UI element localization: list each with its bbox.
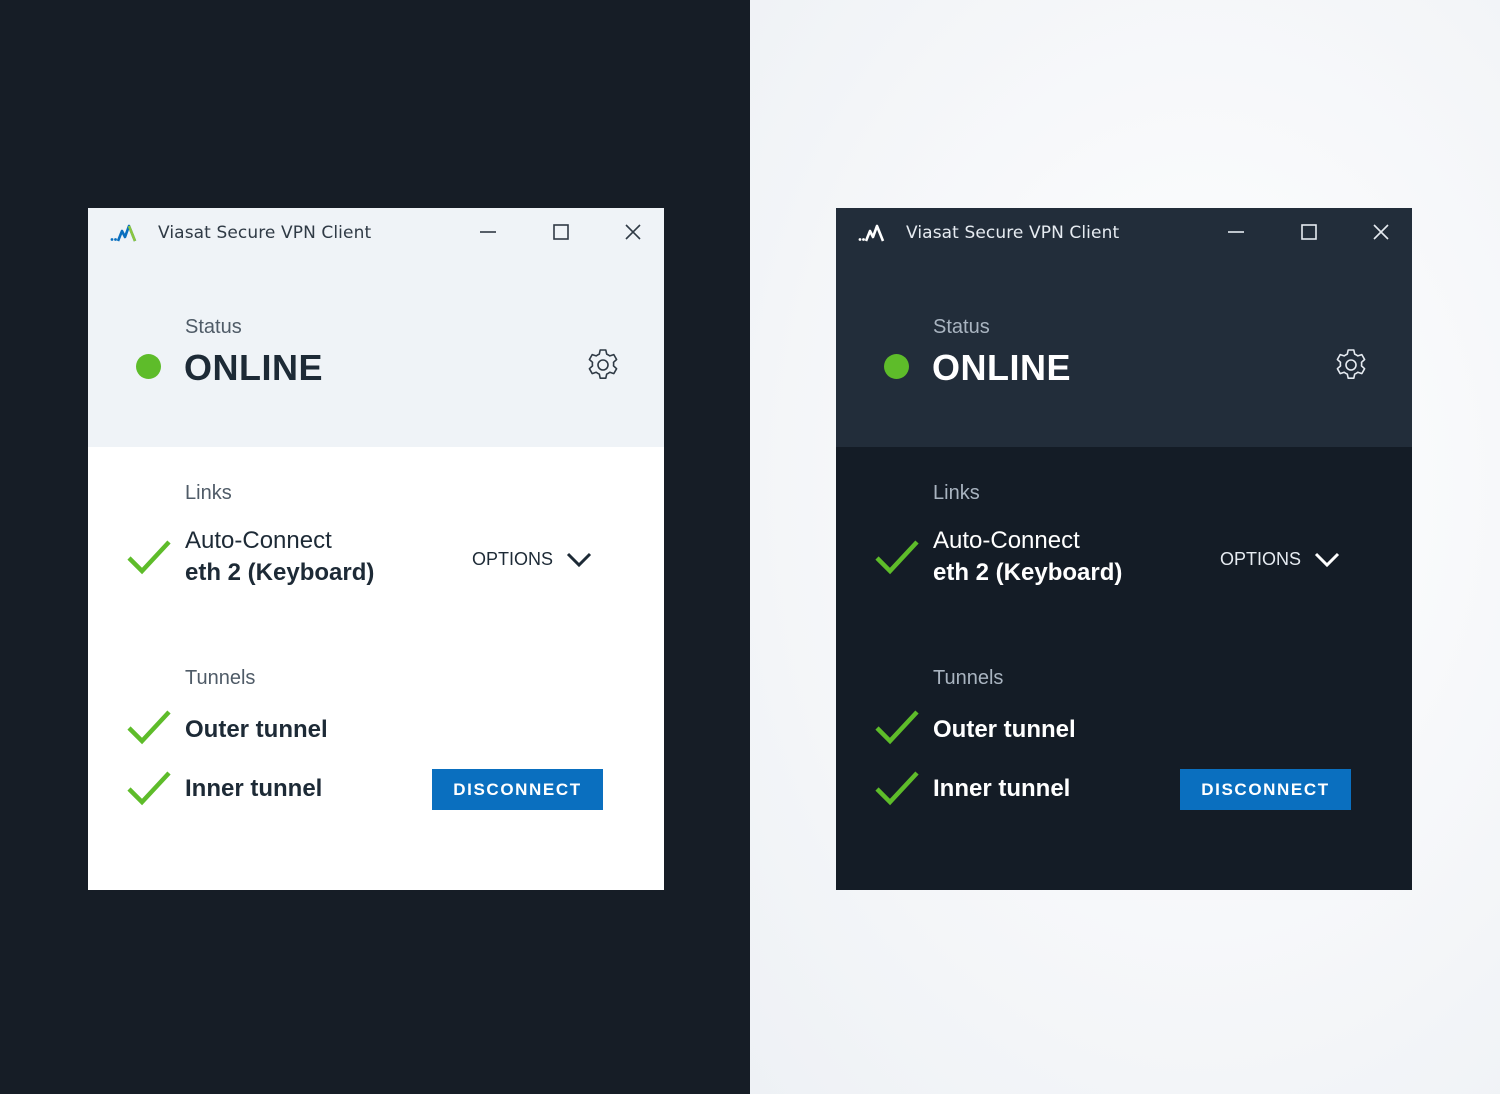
- inner-tunnel-check-icon: [127, 771, 171, 806]
- outer-tunnel-label: Outer tunnel: [933, 716, 1076, 743]
- status-label: Status: [933, 316, 990, 338]
- gear-icon[interactable]: [1333, 347, 1369, 383]
- status-indicator-dot: [884, 354, 909, 379]
- minimize-button[interactable]: [470, 216, 506, 248]
- vpn-window-light: Viasat Secure VPN Client Status ONLINE L…: [88, 208, 664, 890]
- link-connected-check-icon: [875, 540, 919, 575]
- link-name: Auto-Connect: [933, 527, 1080, 554]
- minimize-icon: [1228, 231, 1244, 233]
- outer-tunnel-label: Outer tunnel: [185, 716, 328, 743]
- options-label: OPTIONS: [1220, 549, 1302, 569]
- link-interface: eth 2 (Keyboard): [185, 559, 375, 586]
- vpn-window-dark: Viasat Secure VPN Client Status ONLINE L…: [836, 208, 1412, 890]
- app-title: Viasat Secure VPN Client: [158, 223, 372, 243]
- chevron-down-icon: [1314, 552, 1340, 568]
- outer-tunnel-check-icon: [127, 710, 171, 745]
- chevron-down-icon: [566, 552, 592, 568]
- status-indicator-dot: [136, 354, 161, 379]
- maximize-button[interactable]: [1291, 216, 1327, 248]
- disconnect-button[interactable]: DISCONNECT: [1180, 769, 1351, 810]
- maximize-icon: [1301, 224, 1317, 240]
- titlebar[interactable]: Viasat Secure VPN Client: [836, 208, 1412, 258]
- close-icon: [1373, 224, 1389, 240]
- tunnels-section-label: Tunnels: [933, 667, 1004, 689]
- status-value: ONLINE: [184, 347, 324, 388]
- inner-tunnel-label: Inner tunnel: [185, 775, 323, 802]
- viasat-logo-icon: [858, 224, 885, 242]
- link-name: Auto-Connect: [185, 527, 332, 554]
- close-icon: [625, 224, 641, 240]
- viasat-logo-icon: [110, 224, 137, 242]
- gear-icon[interactable]: [585, 347, 621, 383]
- minimize-button[interactable]: [1218, 216, 1254, 248]
- status-label: Status: [185, 316, 242, 338]
- outer-tunnel-check-icon: [875, 710, 919, 745]
- status-value: ONLINE: [932, 347, 1072, 388]
- links-section-label: Links: [933, 482, 980, 504]
- disconnect-button[interactable]: DISCONNECT: [432, 769, 603, 810]
- close-button[interactable]: [1363, 216, 1399, 248]
- minimize-icon: [480, 231, 496, 233]
- link-interface: eth 2 (Keyboard): [933, 559, 1123, 586]
- app-title: Viasat Secure VPN Client: [906, 223, 1120, 243]
- link-connected-check-icon: [127, 540, 171, 575]
- options-dropdown[interactable]: OPTIONS: [468, 546, 608, 574]
- maximize-icon: [553, 224, 569, 240]
- close-button[interactable]: [615, 216, 651, 248]
- titlebar[interactable]: Viasat Secure VPN Client: [88, 208, 664, 258]
- options-dropdown[interactable]: OPTIONS: [1216, 546, 1356, 574]
- inner-tunnel-check-icon: [875, 771, 919, 806]
- options-label: OPTIONS: [472, 549, 554, 569]
- links-section-label: Links: [185, 482, 232, 504]
- tunnels-section-label: Tunnels: [185, 667, 256, 689]
- inner-tunnel-label: Inner tunnel: [933, 775, 1071, 802]
- maximize-button[interactable]: [543, 216, 579, 248]
